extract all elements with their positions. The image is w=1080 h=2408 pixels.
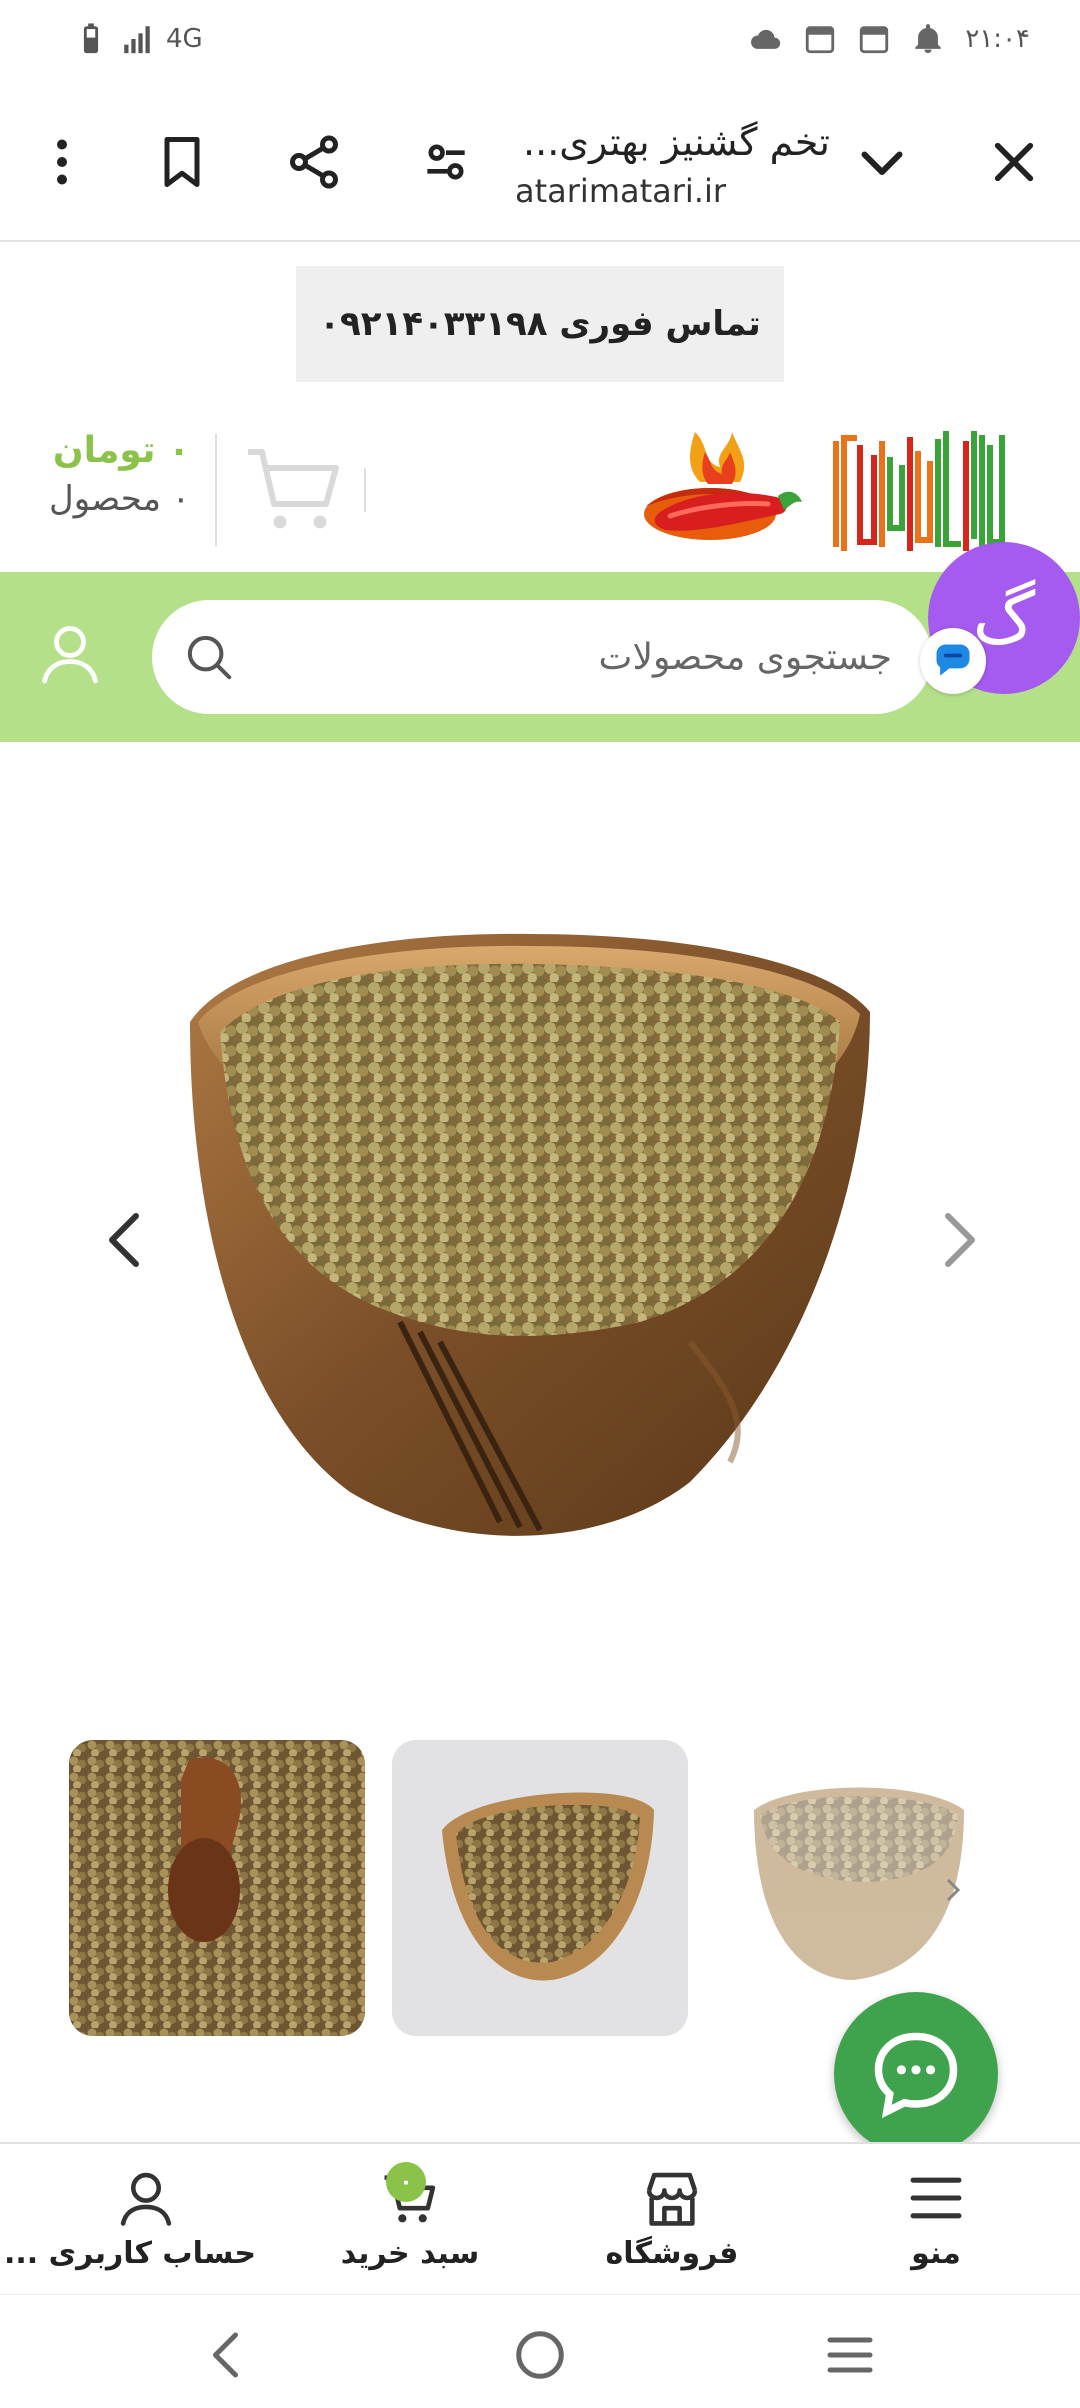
signal-icon xyxy=(124,26,150,54)
header-cart-icon[interactable] xyxy=(244,444,344,534)
divider-2 xyxy=(364,468,366,512)
bottom-nav: منو فروشگاه ۰ سبد خرید حساب کاربری ... xyxy=(0,2142,1080,2292)
site-settings-icon[interactable] xyxy=(410,126,482,198)
nav-item-menu[interactable]: منو xyxy=(826,2170,1046,2280)
browser-toolbar: تخم گشنیز بهتری... atarimatari.ir xyxy=(0,90,1080,242)
brand-logo[interactable] xyxy=(830,424,1014,554)
chat-fab-button[interactable] xyxy=(834,1992,998,2156)
chevron-left-icon[interactable] xyxy=(100,1210,148,1270)
page-url: atarimatari.ir xyxy=(515,172,727,210)
user-account-icon[interactable] xyxy=(34,618,106,690)
chevron-right-icon[interactable] xyxy=(936,1210,984,1270)
battery-icon xyxy=(83,23,99,54)
product-image[interactable] xyxy=(170,922,890,1562)
search-input[interactable] xyxy=(272,600,892,714)
contact-banner[interactable]: تماس فوری ۰۹۲۱۴۰۳۳۱۹۸ xyxy=(296,266,784,382)
menu-icon xyxy=(910,2177,962,2219)
status-left: 4G xyxy=(74,22,203,56)
pepper-logo[interactable] xyxy=(640,422,805,552)
chat-bubble-icon xyxy=(874,2032,958,2119)
system-home-icon[interactable] xyxy=(510,2325,570,2385)
thumbnail-1[interactable] xyxy=(69,1740,365,2036)
more-vert-icon[interactable] xyxy=(26,126,98,198)
bell-icon xyxy=(915,24,942,54)
cart-item-count: ۰ محصول xyxy=(49,479,190,519)
search-strip xyxy=(0,572,1080,742)
clock: ۲۱:۰۴ xyxy=(965,24,1030,54)
bookmark-icon[interactable] xyxy=(146,126,218,198)
nav-label: حساب کاربری ... xyxy=(3,2236,256,2271)
thumbnail-3[interactable] xyxy=(714,1740,1010,2036)
system-recents-icon[interactable] xyxy=(820,2325,880,2385)
cart-badge: ۰ xyxy=(386,2162,426,2202)
search-icon[interactable] xyxy=(182,630,236,684)
nav-label: فروشگاه xyxy=(605,2236,739,2271)
status-bar: 4G ۲۱:۰۴ xyxy=(0,0,1080,90)
search-box xyxy=(152,600,932,714)
user-icon xyxy=(120,2172,172,2226)
status-right: ۲۱:۰۴ xyxy=(749,22,1030,56)
close-icon[interactable] xyxy=(978,126,1050,198)
calendar-icon-2 xyxy=(860,26,889,54)
system-back-icon[interactable] xyxy=(198,2325,258,2385)
chat-message-badge-icon[interactable] xyxy=(920,628,986,694)
cart-total-price: ۰ تومان xyxy=(52,430,190,471)
thumbnail-2[interactable] xyxy=(392,1740,688,2036)
nav-item-store[interactable]: فروشگاه xyxy=(562,2170,782,2280)
system-nav-bar xyxy=(0,2294,1080,2408)
nav-item-cart[interactable]: ۰ سبد خرید xyxy=(300,2162,520,2280)
chevron-down-icon[interactable] xyxy=(846,126,918,198)
site-header: ۰ تومان ۰ محصول xyxy=(0,400,1080,570)
product-gallery xyxy=(0,742,1080,1732)
page-title: تخم گشنیز بهتری... xyxy=(523,120,830,164)
nav-label: منو xyxy=(911,2236,961,2271)
cloud-icon xyxy=(751,29,781,49)
page-title-area[interactable]: تخم گشنیز بهتری... atarimatari.ir xyxy=(500,120,830,210)
nav-item-account[interactable]: حساب کاربری ... xyxy=(3,2170,256,2280)
store-icon xyxy=(646,2172,698,2226)
cart-summary[interactable]: ۰ تومان ۰ محصول xyxy=(40,430,190,519)
nav-label: سبد خرید xyxy=(340,2236,480,2271)
share-icon[interactable] xyxy=(278,126,350,198)
network-type: 4G xyxy=(166,24,203,54)
divider xyxy=(215,434,217,546)
calendar-icon xyxy=(806,26,835,54)
